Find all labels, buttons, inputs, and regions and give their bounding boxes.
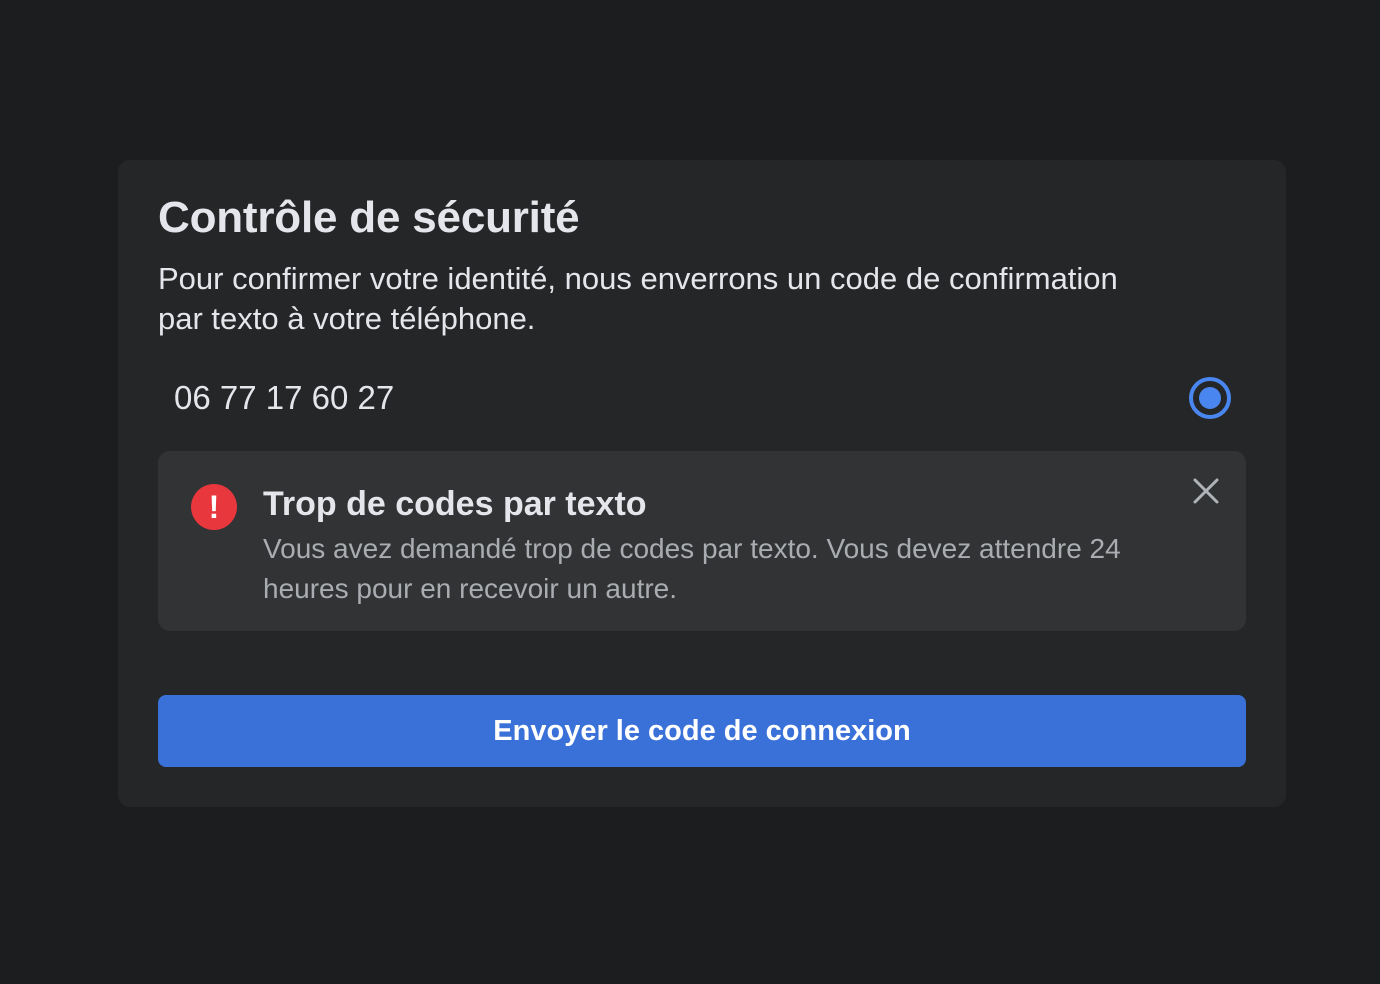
close-icon[interactable] <box>1188 473 1224 509</box>
phone-number: 06 77 17 60 27 <box>174 379 395 416</box>
phone-radio-button[interactable] <box>1189 377 1231 419</box>
send-code-button[interactable]: Envoyer le code de connexion <box>158 695 1246 767</box>
security-check-dialog: Contrôle de sécurité Pour confirmer votr… <box>118 160 1286 807</box>
phone-option[interactable]: 06 77 17 60 27 <box>158 370 1246 426</box>
radio-selected-indicator <box>1199 387 1221 409</box>
alert-title: Trop de codes par texto <box>263 485 647 523</box>
dialog-description: Pour confirmer votre identité, nous enve… <box>158 261 1118 336</box>
error-alert: ! Trop de codes par texto Vous avez dema… <box>158 451 1246 631</box>
dialog-title: Contrôle de sécurité <box>158 193 580 242</box>
exclamation-icon: ! <box>191 484 237 530</box>
alert-message: Vous avez demandé trop de codes par text… <box>263 533 1121 604</box>
